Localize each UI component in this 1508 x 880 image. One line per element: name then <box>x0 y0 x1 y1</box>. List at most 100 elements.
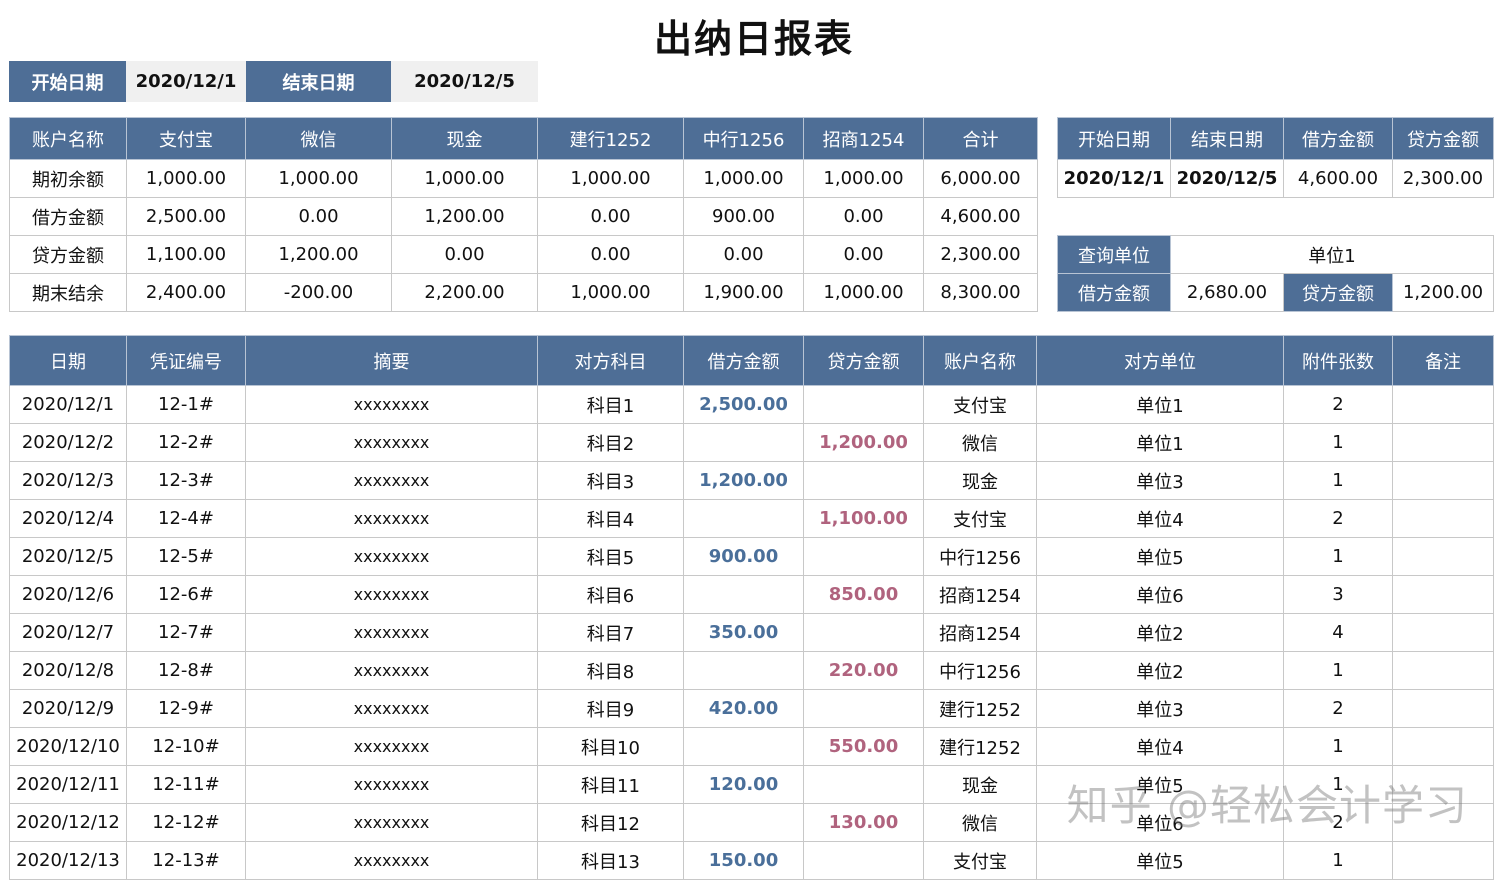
table-row[interactable]: 2020/12/9 12-9# xxxxxxxx 科目9 420.00 建行1252 单位3… <box>9 689 1494 728</box>
account-name: 微信 <box>923 803 1037 842</box>
query-amount-row: 借方金额 2,680.00 贷方金额 1,200.00 <box>1057 273 1495 312</box>
balance-header: 支付宝 <box>126 117 246 160</box>
attachment-count: 4 <box>1283 613 1393 652</box>
entry-date: 2020/12/3 <box>9 461 127 500</box>
balance-cell: 2,500.00 <box>126 197 246 236</box>
end-date-value[interactable]: 2020/12/5 <box>391 61 538 102</box>
voucher-number: 12-12# <box>126 803 246 842</box>
balance-row: 借方金额 2,500.00 0.00 1,200.00 0.00 900.00 0.00 4,… <box>9 197 1038 236</box>
credit-amount <box>803 765 924 804</box>
balance-cell: 0.00 <box>803 197 924 236</box>
attachment-count: 1 <box>1283 423 1393 462</box>
balance-cell: -200.00 <box>245 273 392 312</box>
counterparty: 单位3 <box>1036 689 1284 728</box>
balance-row: 贷方金额 1,100.00 1,200.00 0.00 0.00 0.00 0.00 2,30… <box>9 235 1038 274</box>
balance-cell: 1,200.00 <box>245 235 392 274</box>
debit-amount: 2,500.00 <box>683 385 804 424</box>
balance-cell: 2,300.00 <box>923 235 1038 274</box>
counterparty: 单位3 <box>1036 461 1284 500</box>
balance-cell: 0.00 <box>683 235 804 274</box>
counterparty: 单位2 <box>1036 613 1284 652</box>
balance-cell: 1,000.00 <box>126 159 246 198</box>
debit-amount <box>683 651 804 690</box>
balance-cell: 0.00 <box>537 235 684 274</box>
journal-header: 备注 <box>1392 335 1494 386</box>
credit-amount: 550.00 <box>803 727 924 766</box>
account-name: 微信 <box>923 423 1037 462</box>
query-unit-value[interactable]: 单位1 <box>1169 235 1495 274</box>
summary: xxxxxxxx <box>245 651 538 690</box>
table-row[interactable]: 2020/12/7 12-7# xxxxxxxx 科目7 350.00 招商1254 单位2… <box>9 613 1494 652</box>
summary-header: 结束日期 <box>1170 117 1284 160</box>
summary: xxxxxxxx <box>245 385 538 424</box>
counterparty: 单位6 <box>1036 575 1284 614</box>
balance-cell: 0.00 <box>391 235 538 274</box>
attachment-count: 2 <box>1283 803 1393 842</box>
credit-amount: 130.00 <box>803 803 924 842</box>
balance-header: 建行1252 <box>537 117 684 160</box>
counter-account: 科目10 <box>537 727 684 766</box>
table-row[interactable]: 2020/12/8 12-8# xxxxxxxx 科目8 220.00 中行1256 单位2… <box>9 651 1494 690</box>
remark <box>1392 803 1494 842</box>
attachment-count: 1 <box>1283 765 1393 804</box>
voucher-number: 12-9# <box>126 689 246 728</box>
balance-cell: 0.00 <box>245 197 392 236</box>
balance-header: 中行1256 <box>683 117 804 160</box>
start-date-value[interactable]: 2020/12/1 <box>126 61 246 102</box>
balance-header: 现金 <box>391 117 538 160</box>
balance-header: 招商1254 <box>803 117 924 160</box>
summary: xxxxxxxx <box>245 499 538 538</box>
account-name: 招商1254 <box>923 575 1037 614</box>
account-name: 现金 <box>923 461 1037 500</box>
table-row[interactable]: 2020/12/10 12-10# xxxxxxxx 科目10 550.00 建行1252… <box>9 727 1494 766</box>
journal-header: 贷方金额 <box>803 335 924 386</box>
voucher-number: 12-8# <box>126 651 246 690</box>
remark <box>1392 613 1494 652</box>
table-row[interactable]: 2020/12/11 12-11# xxxxxxxx 科目11 120.00 现金 单位5 1 <box>9 765 1494 804</box>
entry-date: 2020/12/2 <box>9 423 127 462</box>
table-row[interactable]: 2020/12/12 12-12# xxxxxxxx 科目12 130.00 微信 单位6 2 <box>9 803 1494 842</box>
counter-account: 科目12 <box>537 803 684 842</box>
query-credit-value: 1,200.00 <box>1391 273 1495 312</box>
account-name: 中行1256 <box>923 537 1037 576</box>
page-title: 出纳日报表 <box>653 17 854 61</box>
counterparty: 单位5 <box>1036 765 1284 804</box>
remark <box>1392 423 1494 462</box>
credit-amount: 220.00 <box>803 651 924 690</box>
attachment-count: 2 <box>1283 499 1393 538</box>
account-name: 支付宝 <box>923 385 1037 424</box>
credit-amount: 1,100.00 <box>803 499 924 538</box>
balance-cell: 900.00 <box>683 197 804 236</box>
table-row[interactable]: 2020/12/2 12-2# xxxxxxxx 科目2 1,200.00 微信 单位1 1 <box>9 423 1494 462</box>
attachment-count: 1 <box>1283 537 1393 576</box>
summary-header: 贷方金额 <box>1392 117 1494 160</box>
summary-debit: 4,600.00 <box>1283 159 1393 198</box>
credit-amount <box>803 689 924 728</box>
balance-table: 账户名称 支付宝 微信 现金 建行1252 中行1256 招商1254 合计 期… <box>9 117 1038 312</box>
voucher-number: 12-10# <box>126 727 246 766</box>
attachment-count: 3 <box>1283 575 1393 614</box>
table-row[interactable]: 2020/12/6 12-6# xxxxxxxx 科目6 850.00 招商1254 单位6… <box>9 575 1494 614</box>
query-unit-row: 查询单位 单位1 <box>1057 235 1495 274</box>
account-name: 中行1256 <box>923 651 1037 690</box>
voucher-number: 12-1# <box>126 385 246 424</box>
remark <box>1392 461 1494 500</box>
summary-header-row: 开始日期 结束日期 借方金额 贷方金额 <box>1057 117 1494 160</box>
table-row[interactable]: 2020/12/5 12-5# xxxxxxxx 科目5 900.00 中行1256 单位5… <box>9 537 1494 576</box>
table-row[interactable]: 2020/12/3 12-3# xxxxxxxx 科目3 1,200.00 现金 单位3 1 <box>9 461 1494 500</box>
entry-date: 2020/12/6 <box>9 575 127 614</box>
table-row[interactable]: 2020/12/4 12-4# xxxxxxxx 科目4 1,100.00 支付宝 单位4 2 <box>9 499 1494 538</box>
remark <box>1392 499 1494 538</box>
voucher-number: 12-11# <box>126 765 246 804</box>
table-row[interactable]: 2020/12/1 12-1# xxxxxxxx 科目1 2,500.00 支付宝 单位1 2 <box>9 385 1494 424</box>
summary: xxxxxxxx <box>245 537 538 576</box>
debit-amount <box>683 575 804 614</box>
debit-amount: 420.00 <box>683 689 804 728</box>
summary-header: 开始日期 <box>1057 117 1171 160</box>
balance-header: 微信 <box>245 117 392 160</box>
credit-amount <box>803 385 924 424</box>
query-debit-value: 2,680.00 <box>1170 273 1284 312</box>
balance-cell: 1,900.00 <box>683 273 804 312</box>
summary-end-date: 2020/12/5 <box>1170 159 1284 198</box>
summary: xxxxxxxx <box>245 727 538 766</box>
